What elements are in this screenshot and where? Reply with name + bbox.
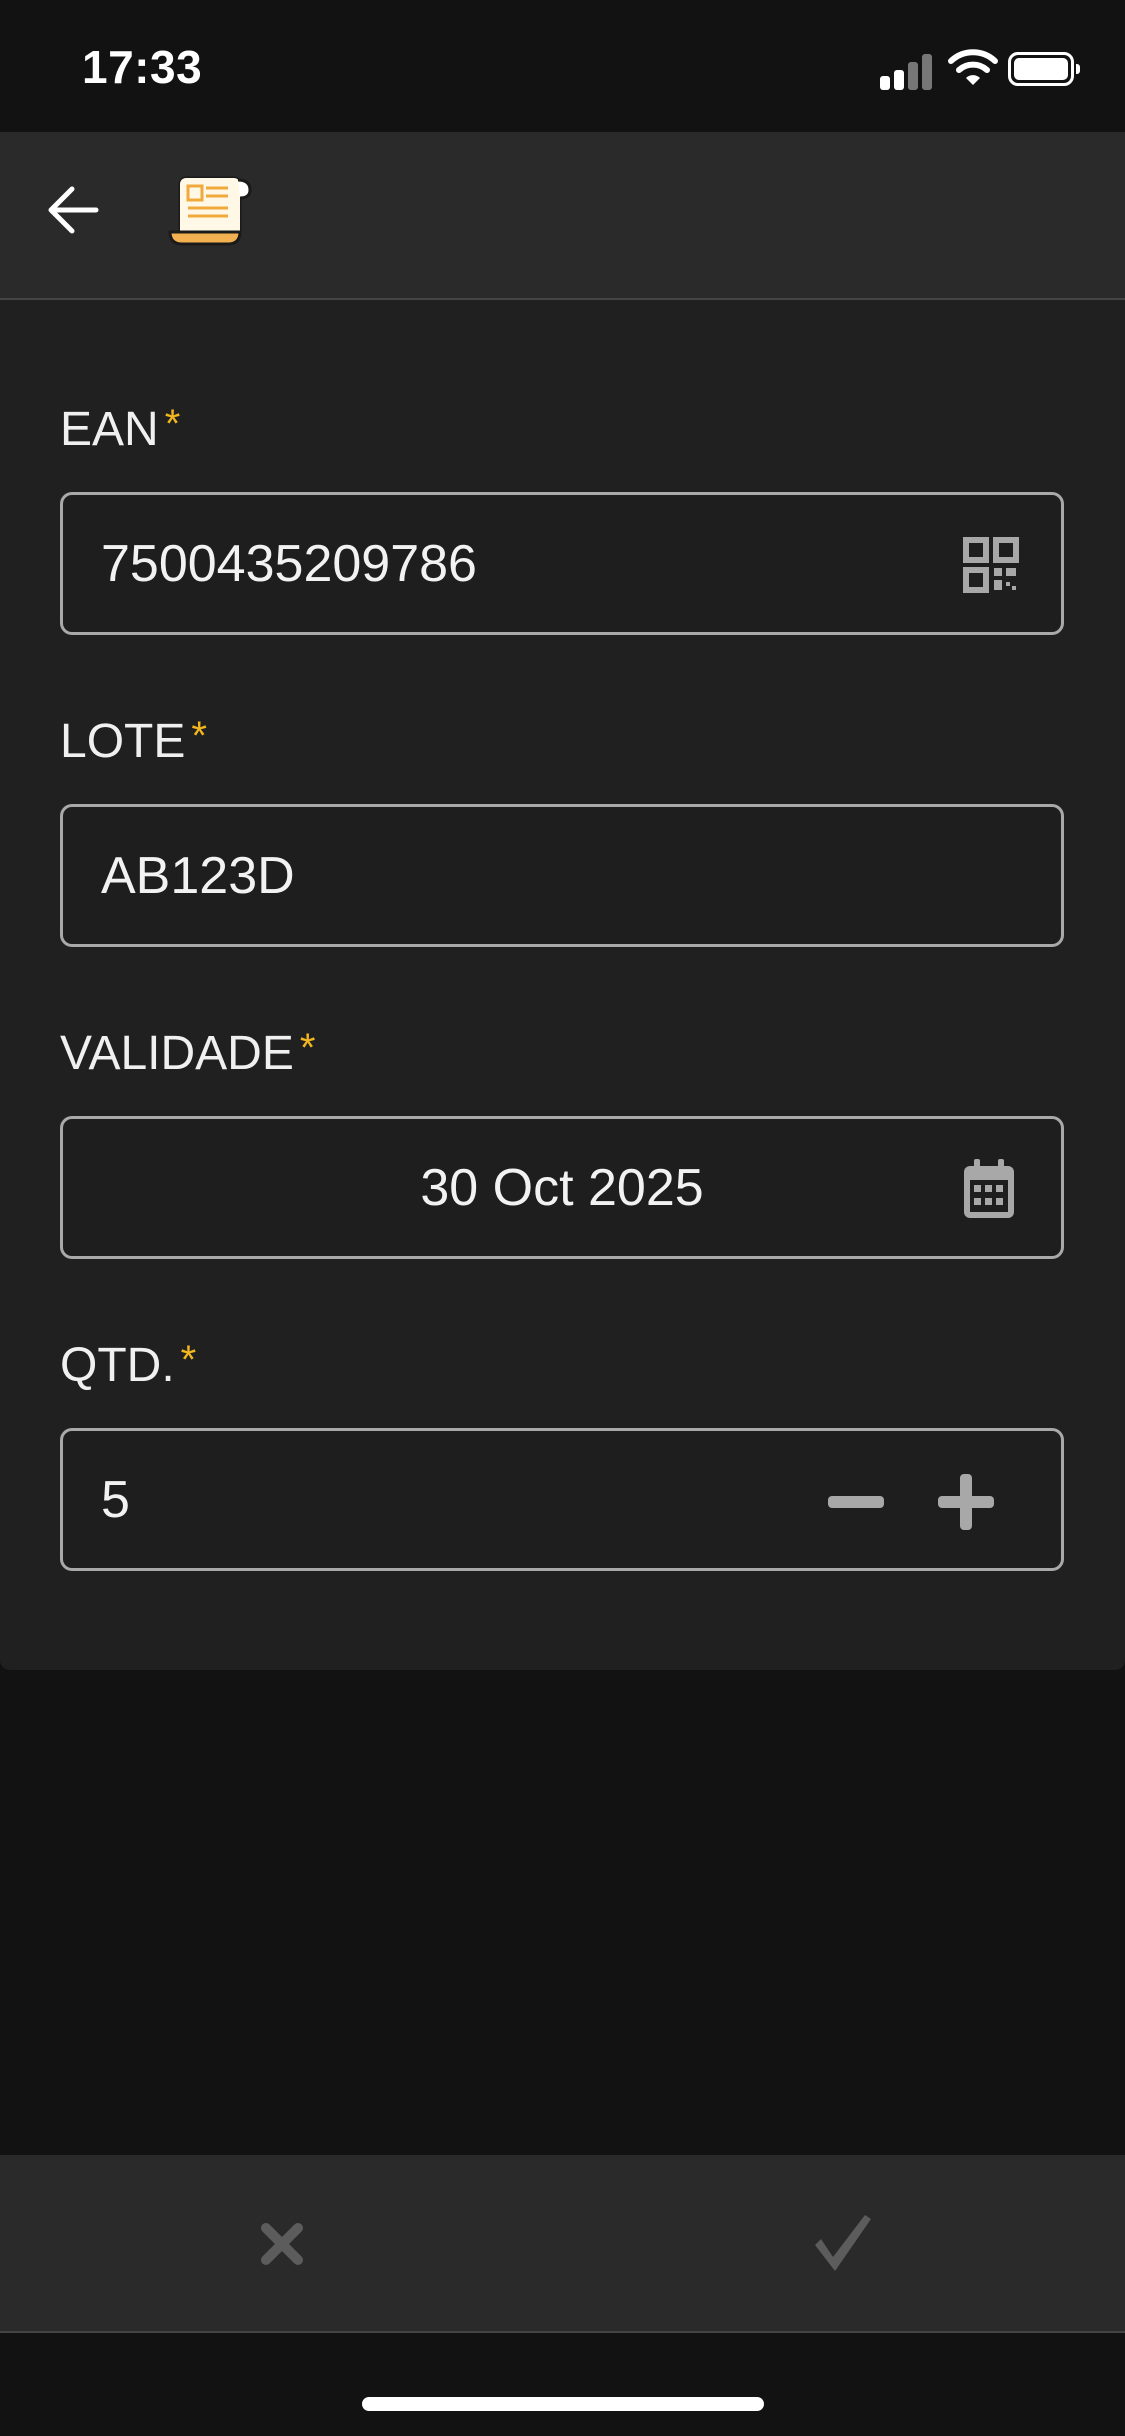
app-bar	[0, 132, 1125, 300]
wifi-icon	[948, 49, 998, 85]
close-icon	[261, 2223, 303, 2265]
lote-label-text: LOTE	[60, 715, 186, 768]
bottom-action-bar	[0, 2155, 1125, 2333]
qr-code-icon	[963, 537, 1019, 593]
cancel-button[interactable]	[132, 2155, 432, 2333]
validade-label: VALIDADE *	[60, 1026, 315, 1081]
required-mark: *	[180, 1338, 197, 1382]
ean-label-text: EAN	[60, 403, 159, 456]
arrow-left-icon	[48, 186, 99, 234]
scroll-document-icon	[168, 176, 252, 246]
status-bar: 17:33	[0, 0, 1125, 132]
ean-field[interactable]: 7500435209786	[60, 492, 1064, 635]
validade-field[interactable]: 30 Oct 2025	[60, 1116, 1064, 1259]
cellular-signal-icon	[880, 50, 936, 90]
required-mark: *	[164, 402, 181, 446]
status-time: 17:33	[82, 41, 203, 93]
home-indicator	[362, 2397, 764, 2411]
qtd-label-text: QTD.	[60, 1339, 175, 1392]
minus-icon	[828, 1496, 884, 1508]
validade-value: 30 Oct 2025	[420, 1158, 704, 1217]
calendar-icon	[964, 1159, 1014, 1218]
qtd-label: QTD. *	[60, 1338, 196, 1393]
back-button[interactable]	[40, 177, 106, 243]
decrement-button[interactable]	[821, 1467, 891, 1537]
confirm-button[interactable]	[693, 2155, 993, 2333]
checkmark-icon	[815, 2215, 871, 2271]
qtd-value: 5	[101, 1470, 130, 1529]
lote-label: LOTE *	[60, 714, 207, 769]
plus-icon	[938, 1474, 994, 1530]
required-mark: *	[299, 1026, 316, 1070]
qtd-stepper[interactable]: 5	[60, 1428, 1064, 1571]
ean-label: EAN *	[60, 402, 180, 457]
required-mark: *	[191, 714, 207, 758]
calendar-button[interactable]	[959, 1157, 1019, 1221]
lote-value: AB123D	[101, 846, 295, 905]
increment-button[interactable]	[931, 1467, 1001, 1537]
battery-icon	[1008, 52, 1080, 86]
scan-qr-button[interactable]	[961, 535, 1021, 595]
lote-field[interactable]: AB123D	[60, 804, 1064, 947]
ean-value: 7500435209786	[101, 534, 477, 593]
validade-label-text: VALIDADE	[60, 1027, 294, 1080]
form-card: EAN * 7500435209786 LOTE * AB123D VALIDADE…	[0, 300, 1125, 1670]
